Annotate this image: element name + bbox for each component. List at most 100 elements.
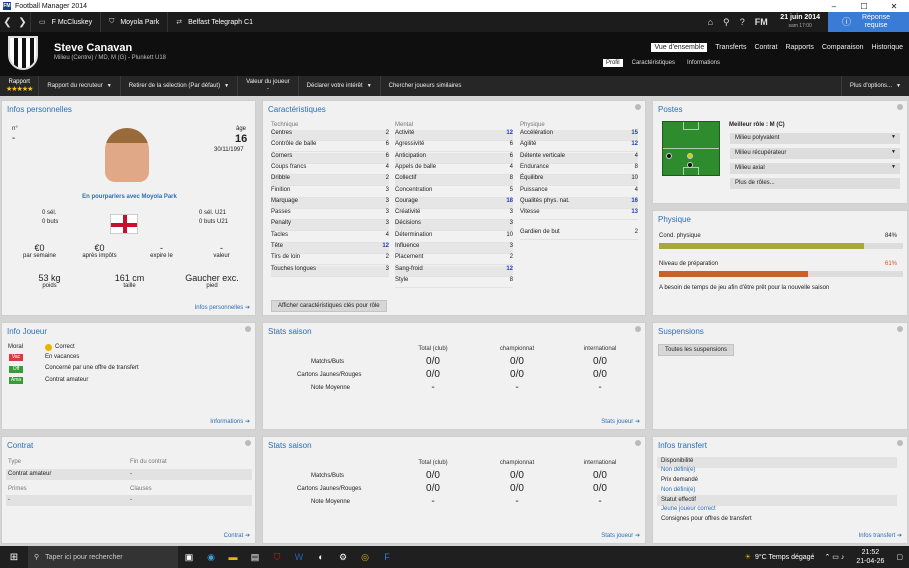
report-rating[interactable]: Rapport ★★★★★ [0, 79, 38, 93]
contract-link[interactable]: Contrat ➔ [224, 532, 250, 539]
shield-icon: ⛉ [109, 18, 115, 25]
home-icon[interactable]: ⌂ [702, 17, 718, 27]
fm-taskbar-icon[interactable]: F [376, 546, 398, 568]
file-explorer-icon[interactable]: ▬ [222, 546, 244, 568]
store-icon[interactable]: ▤ [244, 546, 266, 568]
taskbar-search[interactable]: ⚲ Taper ici pour rechercher [28, 546, 178, 568]
attribute-row: Penalty 3 [271, 220, 389, 232]
player-stats-link[interactable]: Stats joueur ➔ [601, 418, 640, 425]
tab-comparison[interactable]: Comparaison [822, 44, 864, 52]
windows-start-icon[interactable]: ⊞ [0, 552, 28, 563]
more-options-button[interactable]: Plus d'options... ▼ [840, 76, 909, 96]
info-icon: ⓘ [841, 17, 851, 27]
scout-report-button[interactable]: Rapport du recruteur ▼ [38, 76, 119, 96]
physique-header: Physique [520, 122, 545, 128]
chevron-down-icon: ▼ [224, 83, 230, 89]
attribute-row-gk: Gardien de but 2 [520, 229, 638, 240]
tab-history[interactable]: Historique [871, 44, 903, 52]
tab-reports[interactable]: Rapports [785, 44, 813, 52]
task-view-icon[interactable]: ▣ [178, 546, 200, 568]
condition-bar [659, 243, 903, 249]
tab-transfers[interactable]: Transferts [715, 44, 746, 52]
number-value: - [12, 133, 16, 144]
subtab-profile[interactable]: Profil [602, 59, 623, 67]
edge-icon[interactable]: ◉ [200, 546, 222, 568]
attribute-row: Tête 12 [271, 243, 389, 254]
clauses-value: - [130, 497, 132, 503]
preparation-value: 61% [885, 261, 898, 267]
technique-header: Technique [271, 122, 299, 128]
role-item[interactable]: Milieu axial ▼ [730, 163, 900, 174]
competition-crumb[interactable]: ⇄ Belfast Telegraph C1 [167, 12, 261, 32]
tab-overview[interactable]: Vue d'ensemble [651, 43, 708, 52]
declare-interest-button[interactable]: Déclarer votre intérêt ▼ [297, 76, 380, 96]
help-icon[interactable]: ? [734, 17, 750, 27]
player-position: Milieu (Centre) / MD, M (G) - Plunkett U… [54, 55, 167, 61]
subtab-attributes[interactable]: Caractéristiques [629, 59, 678, 67]
contract-end: - [130, 471, 132, 477]
word-icon[interactable]: W [288, 546, 310, 568]
personal-info-panel: Infos personnelles n° - âge 16 30/11/199… [1, 100, 256, 316]
loan-status-link[interactable]: En pourparlers avec Moyola Park [42, 194, 217, 200]
club-crumb[interactable]: ⛉ Moyola Park [100, 12, 167, 32]
attribute-row: Équilibre 10 [520, 175, 638, 187]
attribute-row: Corners 6 [271, 152, 389, 164]
gear-icon[interactable] [245, 326, 251, 332]
age-label: âge [236, 126, 247, 132]
attribute-row: Passes 3 [271, 209, 389, 221]
all-suspensions-button[interactable]: Toutes les suspensions [658, 344, 735, 356]
season-stats-panel: Stats saison Total (club) championnat in… [262, 322, 646, 430]
gear-icon[interactable] [635, 440, 641, 446]
photos-icon[interactable]: ◐ [310, 546, 332, 568]
position-marker [687, 153, 693, 159]
personal-info-link[interactable]: Infos personnelles ➔ [195, 304, 250, 311]
role-item[interactable]: Milieu polyvalent ▼ [730, 133, 900, 144]
subtab-information[interactable]: Informations [684, 59, 723, 67]
back-icon[interactable]: ❮ [0, 17, 15, 28]
remove-selection-button[interactable]: Retirer de la sélection (Par défaut) ▼ [119, 76, 237, 96]
maximize-button[interactable]: ☐ [849, 2, 879, 11]
swap-icon: ⇄ [176, 19, 183, 26]
search-icon[interactable]: ⚲ [718, 17, 734, 28]
find-similar-button[interactable]: Chercher joueurs similaires [379, 76, 470, 96]
physical-note: A besoin de temps de jeu afin d'être prê… [659, 285, 830, 291]
gear-icon[interactable] [635, 104, 641, 110]
network-icon[interactable]: ⚙ [332, 546, 354, 568]
bonuses-value: - [8, 497, 10, 503]
transfer-info-link[interactable]: Infos transfert ➔ [859, 532, 902, 539]
attribute-row: Centres 2 [271, 130, 389, 141]
player-value-button[interactable]: Valeur du joueur - [237, 76, 298, 96]
mcafee-icon[interactable]: ⛉ [266, 546, 288, 568]
attribute-row: Puissance 4 [520, 187, 638, 198]
clock[interactable]: 21:52 21-04-26 [850, 548, 890, 566]
taskbar: ⊞ ⚲ Taper ici pour rechercher ▣ ◉ ▬ ▤ ⛉ W… [0, 546, 909, 568]
u21-caps-value: 0 sél. U21 [199, 210, 227, 216]
role-item[interactable]: Milieu récupérateur ▼ [730, 148, 900, 159]
club-crest [8, 36, 38, 70]
star-rating-icon: ★★★★★ [6, 86, 33, 93]
game-date[interactable]: 21 juin 2014 sam 17:00 [772, 14, 828, 30]
gear-icon[interactable] [897, 440, 903, 446]
close-button[interactable]: ✕ [879, 2, 909, 11]
action-bar: Rapport ★★★★★ Rapport du recruteur ▼ Retir… [0, 76, 909, 96]
minimize-button[interactable]: – [819, 2, 849, 11]
gear-icon[interactable] [897, 326, 903, 332]
information-link[interactable]: Informations ➔ [210, 418, 250, 425]
tab-contract[interactable]: Contrat [754, 44, 777, 52]
gear-icon[interactable] [245, 440, 251, 446]
attribute-row: Touches longues 3 [271, 265, 389, 277]
weather-text: 9°C Temps dégagé [754, 553, 815, 561]
gear-icon[interactable] [897, 104, 903, 110]
attribute-row: Marquage 3 [271, 197, 389, 209]
show-key-attributes-button[interactable]: Afficher caractéristiques clés pour rôle [271, 300, 387, 312]
player-stats-link[interactable]: Stats joueur ➔ [601, 532, 640, 539]
fm-menu[interactable]: FM [750, 17, 772, 27]
chrome-icon[interactable]: ◎ [354, 546, 376, 568]
manager-crumb[interactable]: ▭ F McCluskey [30, 12, 100, 32]
gear-icon[interactable] [635, 326, 641, 332]
suspensions-panel: Suspensions Toutes les suspensions [652, 322, 908, 430]
respond-button[interactable]: ⓘ Réponse requise [828, 12, 909, 32]
forward-icon[interactable]: ❯ [15, 17, 30, 28]
player-photo [105, 128, 149, 182]
more-roles-button[interactable]: Plus de rôles... [730, 178, 900, 189]
